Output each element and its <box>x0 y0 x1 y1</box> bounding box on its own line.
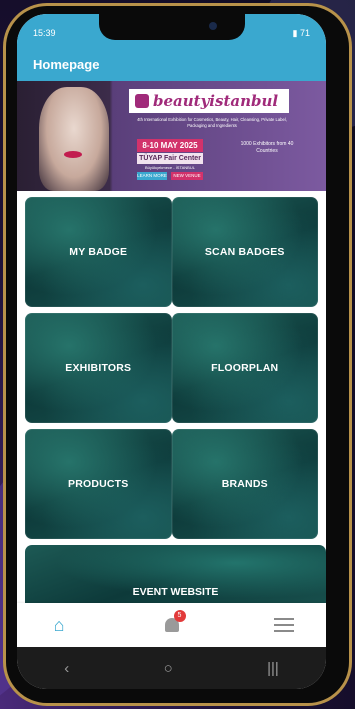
bottom-navigation: ⌂ 5 <box>17 603 326 647</box>
status-time: 15:39 <box>33 28 56 38</box>
system-home-button[interactable]: ○ <box>164 660 173 677</box>
logo-mark-icon <box>135 94 149 108</box>
menu-row: EXHIBITORS FLOORPLAN <box>25 313 318 423</box>
nav-menu[interactable] <box>272 613 296 637</box>
notification-badge: 5 <box>173 610 186 622</box>
system-navigation-bar: ‹ ○ ||| <box>17 647 326 689</box>
phone-screen: 15:39 ▮ 71 Homepage beautyistanbul 4th I… <box>17 14 326 689</box>
banner-venue-sub: Büyükçekmece - İSTANBUL <box>145 165 195 170</box>
home-icon: ⌂ <box>53 615 65 635</box>
status-battery: ▮ 71 <box>292 28 310 38</box>
model-portrait <box>39 87 109 191</box>
floorplan-button[interactable]: FLOORPLAN <box>171 313 318 423</box>
my-badge-button[interactable]: MY BADGE <box>25 197 172 307</box>
camera-notch <box>99 14 245 40</box>
system-back-button[interactable]: ‹ <box>64 660 69 677</box>
battery-level: 71 <box>299 28 310 38</box>
logo-text: beautyistanbul <box>153 92 279 110</box>
banner-subtitle: 4th International Exhibition for Cosmeti… <box>137 117 287 128</box>
event-banner[interactable]: beautyistanbul 4th International Exhibit… <box>17 81 326 191</box>
banner-learn-more-button[interactable]: LEARN MORE <box>137 172 167 180</box>
exhibitors-button[interactable]: EXHIBITORS <box>25 313 172 423</box>
hamburger-menu-icon <box>274 618 294 632</box>
banner-venue: TÜYAP Fair Center <box>137 153 203 164</box>
model-lips <box>64 151 82 158</box>
system-recents-button[interactable]: ||| <box>267 660 279 677</box>
products-button[interactable]: PRODUCTS <box>25 429 172 539</box>
menu-row: PRODUCTS BRANDS <box>25 429 318 539</box>
menu-row: MY BADGE SCAN BADGES <box>25 197 318 307</box>
page-title: Homepage <box>33 56 100 72</box>
event-logo: beautyistanbul <box>129 89 289 113</box>
menu-grid: MY BADGE SCAN BADGES EXHIBITORS FLOORPLA… <box>17 191 326 605</box>
nav-home[interactable]: ⌂ <box>47 613 71 637</box>
banner-dates: 8-10 MAY 2025 <box>137 139 203 152</box>
banner-stat: 1000 Exhibitors from 40 Countries <box>240 141 294 154</box>
event-website-button[interactable]: EVENT WEBSITE <box>25 545 326 605</box>
banner-new-venue-button[interactable]: NEW VENUE <box>171 172 203 180</box>
nav-notifications[interactable]: 5 <box>160 610 186 637</box>
app-bar: Homepage <box>17 47 326 81</box>
camera-icon <box>209 22 217 30</box>
scan-badges-button[interactable]: SCAN BADGES <box>171 197 318 307</box>
brands-button[interactable]: BRANDS <box>171 429 318 539</box>
